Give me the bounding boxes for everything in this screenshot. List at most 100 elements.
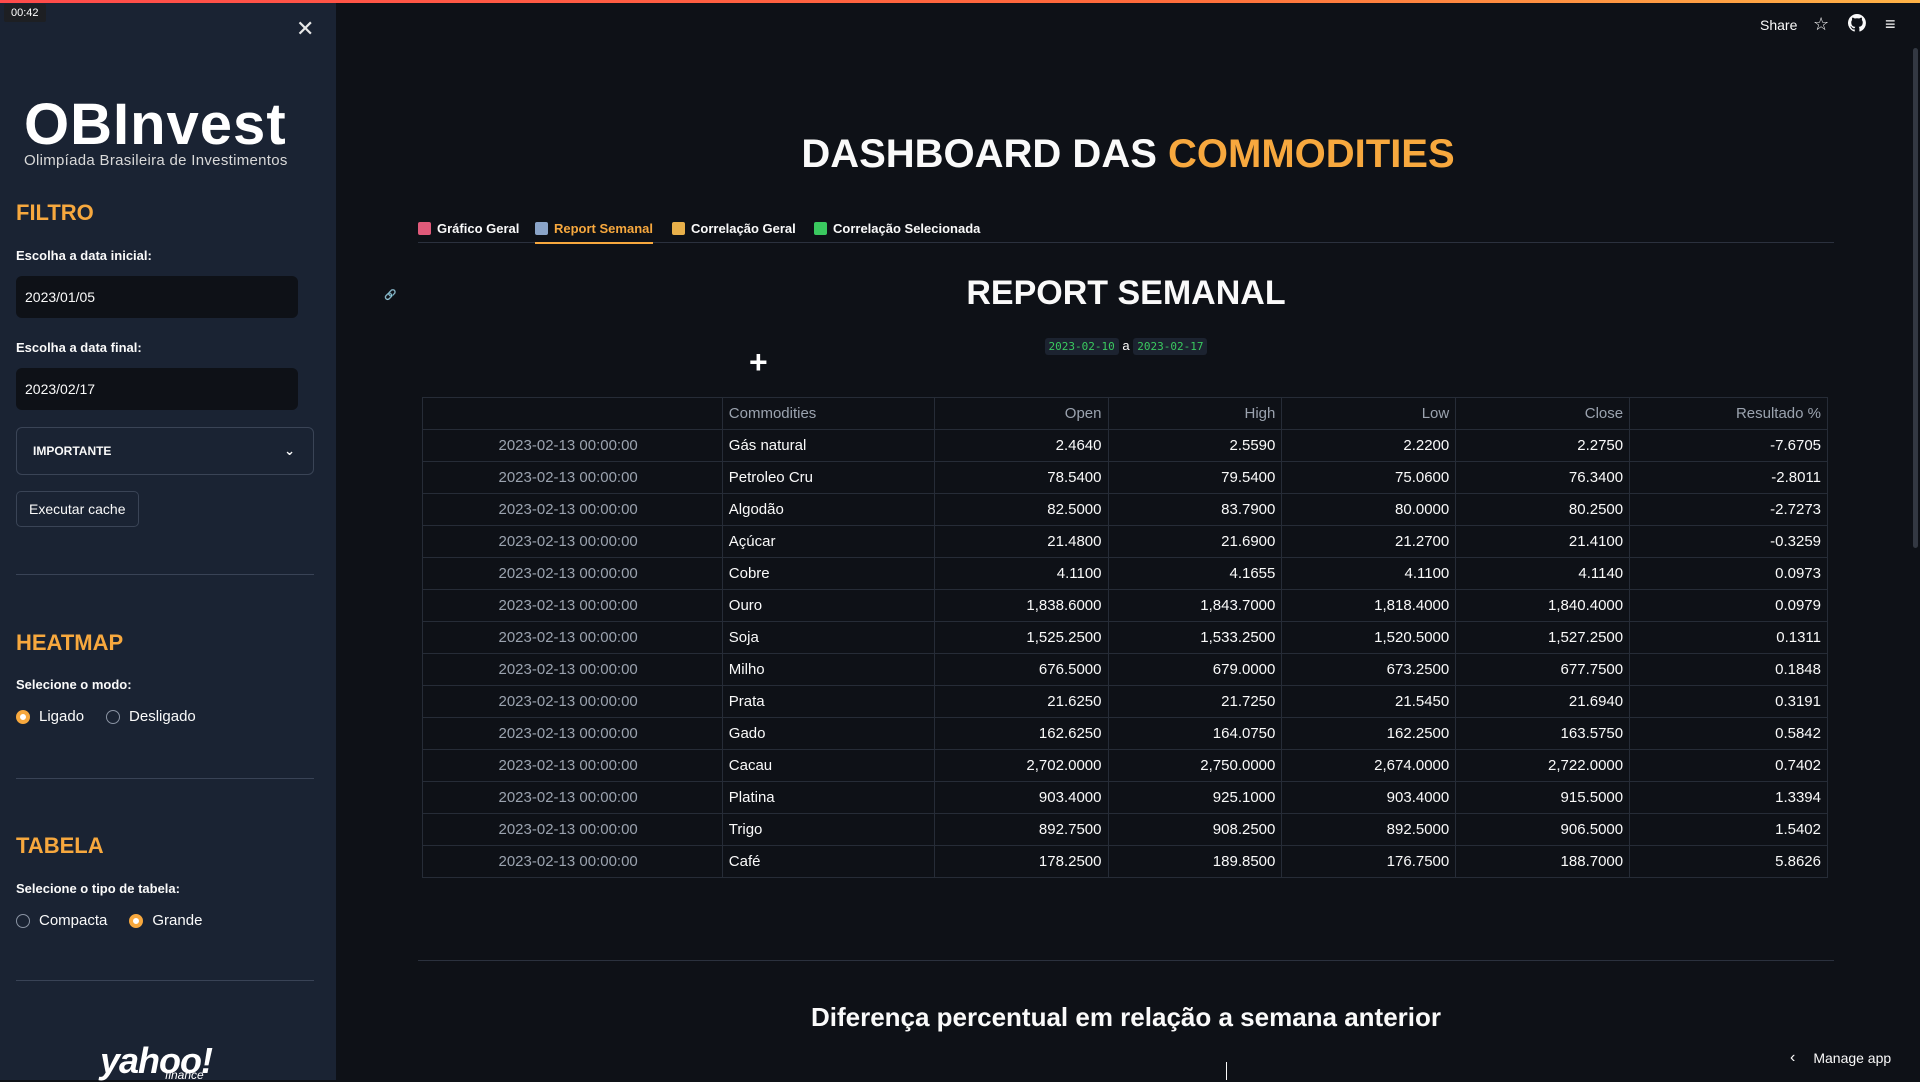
star-icon[interactable]: ☆ [1813,14,1829,35]
commodity-name[interactable]: Petroleo Cru [721,461,935,494]
low-value[interactable]: 892.5000 [1281,813,1457,846]
radio-grande[interactable]: Grande [129,912,202,929]
radio-ligado[interactable]: Ligado [16,708,84,725]
row-index[interactable]: 2023-02-13 00:00:00 [422,781,723,814]
radio-compacta[interactable]: Compacta [16,912,107,929]
low-value[interactable]: 21.2700 [1281,525,1457,558]
low-value[interactable]: 1,818.4000 [1281,589,1457,622]
low-value[interactable]: 75.0600 [1281,461,1457,494]
resultado-value[interactable]: -0.3259 [1629,525,1828,558]
anchor-link-icon[interactable]: 🔗 [384,290,396,301]
resultado-value[interactable]: 5.8626 [1629,845,1828,878]
close-value[interactable]: 21.4100 [1455,525,1631,558]
low-value[interactable]: 2,674.0000 [1281,749,1457,782]
open-value[interactable]: 21.6250 [933,685,1109,718]
col-header-resultado[interactable]: Resultado % [1629,397,1828,430]
close-value[interactable]: 1,840.4000 [1455,589,1631,622]
tab-report-semanal[interactable]: Report Semanal [535,214,653,244]
commodity-name[interactable]: Algodão [721,493,935,526]
commodity-name[interactable]: Trigo [721,813,935,846]
commodity-name[interactable]: Gado [721,717,935,750]
commodity-name[interactable]: Gás natural [721,429,935,462]
close-value[interactable]: 21.6940 [1455,685,1631,718]
high-value[interactable]: 164.0750 [1107,717,1283,750]
resultado-value[interactable]: 0.0979 [1629,589,1828,622]
close-value[interactable]: 188.7000 [1455,845,1631,878]
row-index[interactable]: 2023-02-13 00:00:00 [422,653,723,686]
row-index[interactable]: 2023-02-13 00:00:00 [422,493,723,526]
col-header-low[interactable]: Low [1281,397,1457,430]
share-button[interactable]: Share [1760,17,1797,33]
resultado-value[interactable]: 0.7402 [1629,749,1828,782]
resultado-value[interactable]: 1.5402 [1629,813,1828,846]
close-sidebar-icon[interactable]: ✕ [296,16,314,42]
high-value[interactable]: 79.5400 [1107,461,1283,494]
row-index[interactable]: 2023-02-13 00:00:00 [422,589,723,622]
start-date-input[interactable]: 2023/01/05 [16,276,298,318]
resultado-value[interactable]: -2.8011 [1629,461,1828,494]
high-value[interactable]: 908.2500 [1107,813,1283,846]
github-icon[interactable] [1847,14,1866,37]
high-value[interactable]: 1,843.7000 [1107,589,1283,622]
close-value[interactable]: 76.3400 [1455,461,1631,494]
row-index[interactable]: 2023-02-13 00:00:00 [422,845,723,878]
resultado-value[interactable]: 0.0973 [1629,557,1828,590]
commodity-name[interactable]: Soja [721,621,935,654]
hamburger-menu-icon[interactable]: ≡ [1885,14,1896,35]
manage-app-button[interactable]: ‹ Manage app [1790,1049,1891,1067]
low-value[interactable]: 4.1100 [1281,557,1457,590]
close-value[interactable]: 677.7500 [1455,653,1631,686]
row-index[interactable]: 2023-02-13 00:00:00 [422,717,723,750]
row-index[interactable]: 2023-02-13 00:00:00 [422,749,723,782]
open-value[interactable]: 903.4000 [933,781,1109,814]
open-value[interactable]: 1,838.6000 [933,589,1109,622]
close-value[interactable]: 2,722.0000 [1455,749,1631,782]
commodity-name[interactable]: Açúcar [721,525,935,558]
high-value[interactable]: 83.7900 [1107,493,1283,526]
low-value[interactable]: 80.0000 [1281,493,1457,526]
commodity-name[interactable]: Platina [721,781,935,814]
tab-correlacao-geral[interactable]: Correlação Geral [672,214,796,242]
open-value[interactable]: 21.4800 [933,525,1109,558]
row-index[interactable]: 2023-02-13 00:00:00 [422,813,723,846]
col-header-close[interactable]: Close [1455,397,1631,430]
resultado-value[interactable]: 0.3191 [1629,685,1828,718]
close-value[interactable]: 915.5000 [1455,781,1631,814]
row-index[interactable]: 2023-02-13 00:00:00 [422,461,723,494]
row-index[interactable]: 2023-02-13 00:00:00 [422,621,723,654]
resultado-value[interactable]: -2.7273 [1629,493,1828,526]
row-index[interactable]: 2023-02-13 00:00:00 [422,429,723,462]
high-value[interactable]: 2,750.0000 [1107,749,1283,782]
commodity-name[interactable]: Milho [721,653,935,686]
close-value[interactable]: 2.2750 [1455,429,1631,462]
low-value[interactable]: 2.2200 [1281,429,1457,462]
commodity-name[interactable]: Cacau [721,749,935,782]
tab-grafico-geral[interactable]: Gráfico Geral [418,214,519,242]
importance-select[interactable]: IMPORTANTE ⌄ [16,427,314,475]
open-value[interactable]: 78.5400 [933,461,1109,494]
end-date-input[interactable]: 2023/02/17 [16,368,298,410]
open-value[interactable]: 2,702.0000 [933,749,1109,782]
col-header-open[interactable]: Open [933,397,1109,430]
commodity-name[interactable]: Café [721,845,935,878]
resultado-value[interactable]: 1.3394 [1629,781,1828,814]
radio-desligado[interactable]: Desligado [106,708,196,725]
close-value[interactable]: 163.5750 [1455,717,1631,750]
low-value[interactable]: 176.7500 [1281,845,1457,878]
low-value[interactable]: 903.4000 [1281,781,1457,814]
open-value[interactable]: 676.5000 [933,653,1109,686]
high-value[interactable]: 21.6900 [1107,525,1283,558]
row-index[interactable]: 2023-02-13 00:00:00 [422,557,723,590]
high-value[interactable]: 4.1655 [1107,557,1283,590]
low-value[interactable]: 21.5450 [1281,685,1457,718]
high-value[interactable]: 2.5590 [1107,429,1283,462]
resultado-value[interactable]: 0.1311 [1629,621,1828,654]
commodity-name[interactable]: Prata [721,685,935,718]
high-value[interactable]: 679.0000 [1107,653,1283,686]
high-value[interactable]: 189.8500 [1107,845,1283,878]
close-value[interactable]: 1,527.2500 [1455,621,1631,654]
resultado-value[interactable]: 0.1848 [1629,653,1828,686]
close-value[interactable]: 4.1140 [1455,557,1631,590]
col-header-commodities[interactable]: Commodities [721,397,935,430]
row-index[interactable]: 2023-02-13 00:00:00 [422,525,723,558]
